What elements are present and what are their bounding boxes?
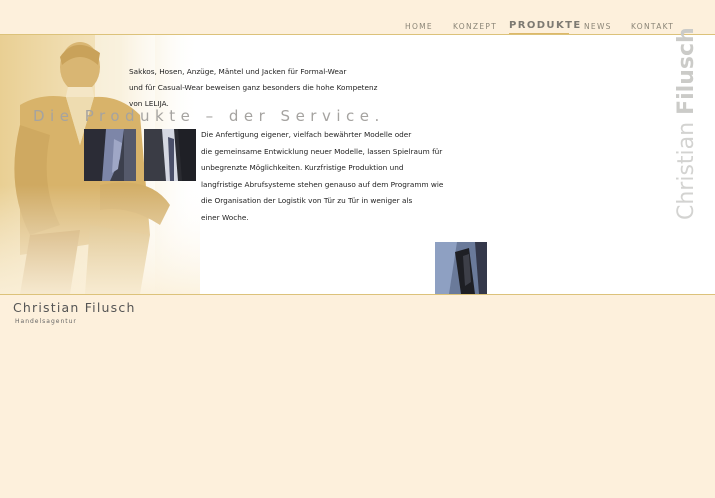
nav-konzept[interactable]: KONZEPT [453, 22, 497, 31]
body-line: die gemeinsame Entwicklung neuer Modelle… [201, 146, 443, 156]
content-panel: Sakkos, Hosen, Anzüge, Mäntel und Jacken… [0, 35, 715, 294]
body-line: Die Anfertigung eigener, vielfach bewähr… [201, 130, 412, 139]
brand-name: Christian Filusch [13, 300, 136, 315]
brand-subtitle: Handelsagentur [15, 318, 77, 325]
product-photo-tie [435, 242, 487, 294]
body-line: unbegrenzte Möglichkeiten. Kurzfristige … [201, 163, 404, 172]
vertical-brand-name: Christian Filusch [674, 27, 699, 220]
page-headline: Die Produkte – der Service. [33, 107, 385, 125]
intro-line: Sakkos, Hosen, Anzüge, Mäntel und Jacken… [129, 67, 347, 76]
nav-kontakt[interactable]: KONTAKT [631, 22, 674, 31]
intro-text: Sakkos, Hosen, Anzüge, Mäntel und Jacken… [129, 64, 389, 112]
intro-line: und für Casual-Wear beweisen ganz besond… [129, 83, 378, 92]
vertical-brand-last: Filusch [674, 27, 699, 115]
footer-rule [0, 294, 715, 295]
nav-news[interactable]: NEWS [584, 22, 612, 31]
body-line: langfristige Abrufsysteme stehen genauso… [201, 179, 444, 189]
product-photo-suit [144, 129, 196, 181]
vertical-brand-first: Christian [674, 114, 699, 220]
nav-home[interactable]: HOME [405, 22, 433, 31]
nav-produkte[interactable]: PRODUKTE [509, 20, 582, 31]
body-text: Die Anfertigung eigener, vielfach bewähr… [201, 127, 451, 226]
body-line: die Organisation der Logistik von Tür zu… [201, 196, 413, 205]
product-photo-shirt [84, 129, 136, 181]
body-line: einer Woche. [201, 212, 249, 222]
